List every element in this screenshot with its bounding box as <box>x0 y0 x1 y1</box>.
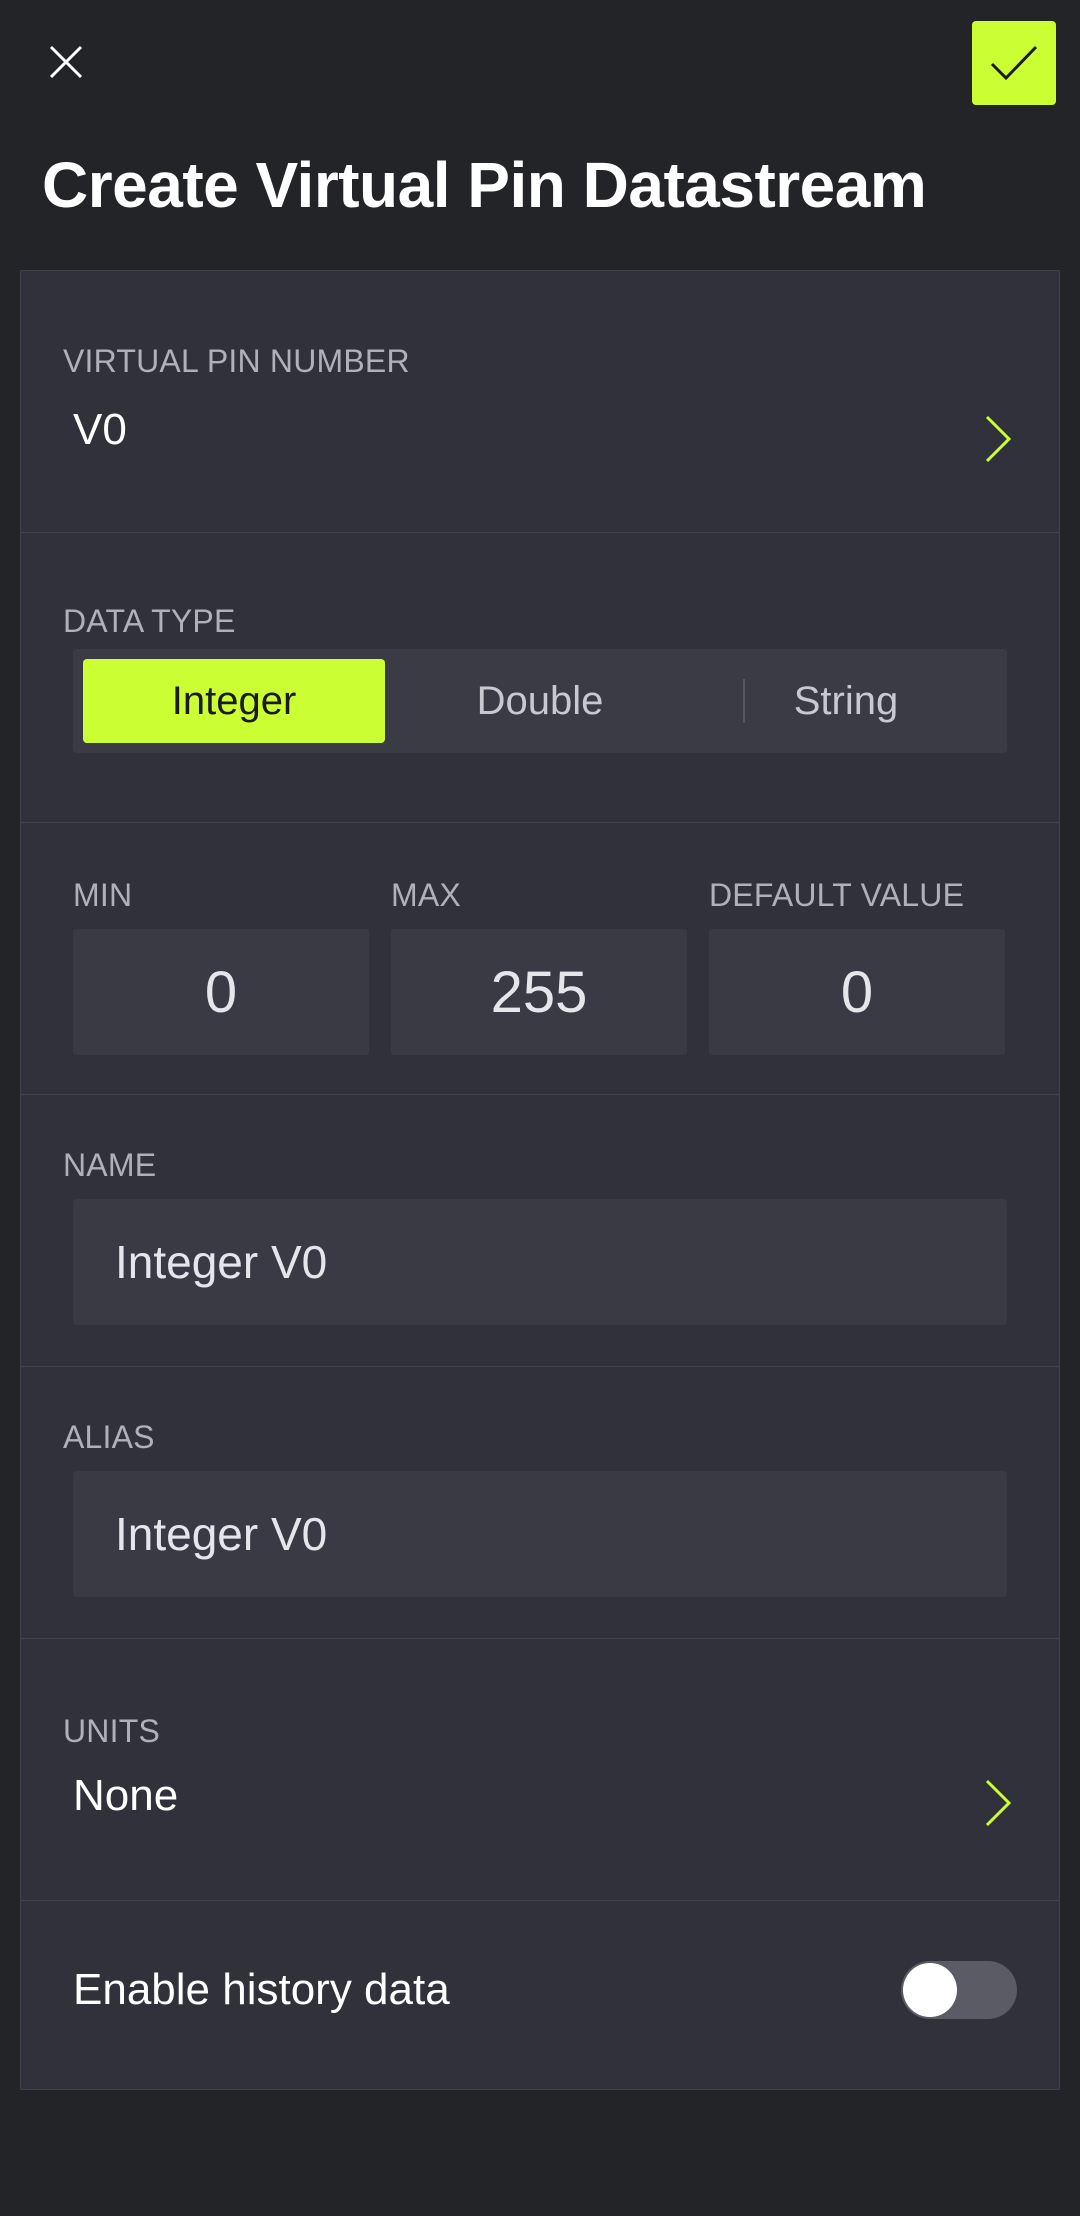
toggle-knob <box>903 1963 957 2017</box>
data-type-label: DATA TYPE <box>63 603 236 639</box>
chevron-right-icon[interactable] <box>979 409 1019 469</box>
data-type-option-string[interactable]: String <box>695 659 997 743</box>
alias-section: ALIAS Integer V0 <box>21 1367 1059 1639</box>
name-section: NAME Integer V0 <box>21 1095 1059 1367</box>
checkmark-icon <box>990 45 1038 81</box>
data-type-selector: Integer Double String <box>73 649 1007 753</box>
history-section: Enable history data <box>21 1901 1059 2089</box>
datastream-form: VIRTUAL PIN NUMBER V0 DATA TYPE Integer … <box>20 270 1060 2090</box>
data-type-option-integer[interactable]: Integer <box>83 659 385 743</box>
data-type-option-double[interactable]: Double <box>389 659 691 743</box>
name-label: NAME <box>63 1147 157 1183</box>
name-input[interactable]: Integer V0 <box>73 1199 1007 1325</box>
units-value: None <box>73 1771 179 1820</box>
history-label: Enable history data <box>73 1965 450 2014</box>
max-label: MAX <box>391 877 461 913</box>
units-section[interactable]: UNITS None <box>21 1639 1059 1901</box>
page-title: Create Virtual Pin Datastream <box>42 149 927 221</box>
min-input[interactable]: 0 <box>73 929 369 1055</box>
chevron-right-icon[interactable] <box>979 1773 1019 1833</box>
virtual-pin-value: V0 <box>73 405 127 454</box>
default-value-input[interactable]: 0 <box>709 929 1005 1055</box>
units-label: UNITS <box>63 1713 160 1749</box>
close-icon <box>49 45 83 79</box>
default-value-label: DEFAULT VALUE <box>709 877 965 913</box>
virtual-pin-section[interactable]: VIRTUAL PIN NUMBER V0 <box>21 271 1059 533</box>
confirm-button[interactable] <box>972 21 1056 105</box>
virtual-pin-label: VIRTUAL PIN NUMBER <box>63 343 410 379</box>
top-bar <box>0 0 1080 140</box>
data-type-section: DATA TYPE Integer Double String <box>21 533 1059 823</box>
min-label: MIN <box>73 877 133 913</box>
alias-label: ALIAS <box>63 1419 155 1455</box>
alias-input[interactable]: Integer V0 <box>73 1471 1007 1597</box>
history-toggle[interactable] <box>901 1961 1017 2019</box>
close-button[interactable] <box>36 32 96 92</box>
max-input[interactable]: 255 <box>391 929 687 1055</box>
